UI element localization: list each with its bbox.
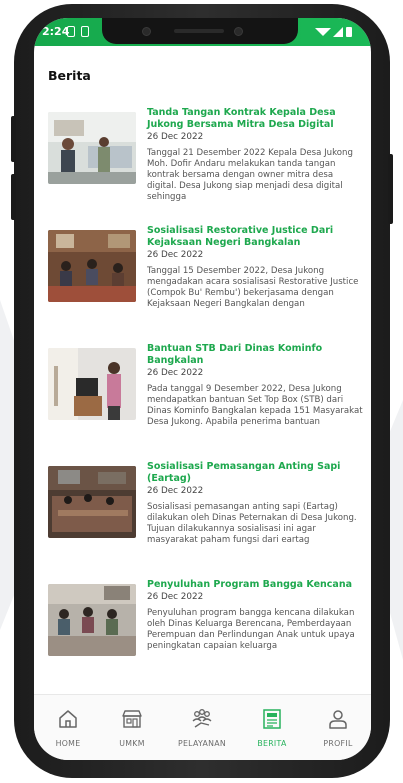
nav-label: BERITA: [257, 739, 287, 748]
news-title[interactable]: Tanda Tangan Kontrak Kepala Desa Jukong …: [147, 107, 363, 131]
volume-up-button: [11, 116, 16, 162]
sensor-icon: [234, 27, 243, 36]
signal-battery-icon: [315, 27, 352, 37]
home-icon: [59, 710, 77, 728]
speaker-grille: [174, 29, 224, 33]
news-date: 26 Dec 2022: [147, 132, 204, 142]
news-title[interactable]: Bantuan STB Dari Dinas Kominfo Bangkalan: [147, 343, 363, 367]
news-thumbnail: [48, 112, 136, 184]
news-excerpt: Tanggal 15 Desember 2022, Desa Jukong me…: [147, 266, 359, 309]
bottom-navigation: HOME UMKM PELAYANAN BERITA PROFIL: [34, 694, 371, 760]
nav-berita[interactable]: BERITA: [240, 707, 304, 748]
nav-label: UMKM: [119, 739, 145, 748]
nav-home[interactable]: HOME: [36, 707, 100, 748]
news-excerpt: Penyuluhan program bangga kencana dilaku…: [147, 608, 355, 651]
news-item[interactable]: Penyuluhan Program Bangga Kencana 26 Dec…: [34, 576, 371, 690]
news-thumbnail: [48, 466, 136, 538]
news-date: 26 Dec 2022: [147, 592, 204, 602]
news-excerpt: Tanggal 21 Desember 2022 Kepala Desa Juk…: [147, 148, 353, 202]
nav-label: PROFIL: [323, 739, 353, 748]
news-list[interactable]: Tanda Tangan Kontrak Kepala Desa Jukong …: [34, 104, 371, 690]
news-thumbnail: [48, 584, 136, 656]
news-title[interactable]: Penyuluhan Program Bangga Kencana: [147, 579, 363, 591]
store-icon: [122, 710, 142, 728]
people-icon: [192, 709, 212, 728]
page-title: Berita: [48, 68, 91, 83]
notification-icon-2: [81, 26, 89, 37]
news-item[interactable]: Bantuan STB Dari Dinas Kominfo Bangkalan…: [34, 340, 371, 458]
user-icon: [329, 710, 347, 729]
newspaper-icon: [263, 709, 281, 729]
volume-down-button: [11, 174, 16, 220]
news-excerpt: Pada tanggal 9 Desember 2022, Desa Jukon…: [147, 384, 363, 427]
news-title[interactable]: Sosialisasi Pemasangan Anting Sapi (Eart…: [147, 461, 363, 485]
nav-profil[interactable]: PROFIL: [306, 707, 370, 748]
news-date: 26 Dec 2022: [147, 368, 204, 378]
nav-label: HOME: [55, 739, 81, 748]
news-date: 26 Dec 2022: [147, 486, 204, 496]
nav-label: PELAYANAN: [177, 739, 227, 748]
news-item[interactable]: Sosialisasi Pemasangan Anting Sapi (Eart…: [34, 458, 371, 576]
app-screen: 2:24 Berita Tanda Tangan Kontrak Kepala …: [34, 18, 371, 760]
news-item[interactable]: Tanda Tangan Kontrak Kepala Desa Jukong …: [34, 104, 371, 222]
camera-notch: [102, 18, 298, 44]
news-thumbnail: [48, 348, 136, 420]
status-time: 2:24: [42, 25, 70, 38]
camera-icon: [142, 27, 151, 36]
nav-umkm[interactable]: UMKM: [100, 707, 164, 748]
news-title[interactable]: Sosialisasi Restorative Justice Dari Kej…: [147, 225, 363, 249]
notification-icon: [67, 26, 75, 37]
news-excerpt: Sosialisasi pemasangan anting sapi (Eart…: [147, 502, 357, 545]
news-item[interactable]: Sosialisasi Restorative Justice Dari Kej…: [34, 222, 371, 340]
nav-pelayanan[interactable]: PELAYANAN: [170, 707, 234, 748]
power-button: [388, 154, 393, 224]
news-thumbnail: [48, 230, 136, 302]
news-date: 26 Dec 2022: [147, 250, 204, 260]
